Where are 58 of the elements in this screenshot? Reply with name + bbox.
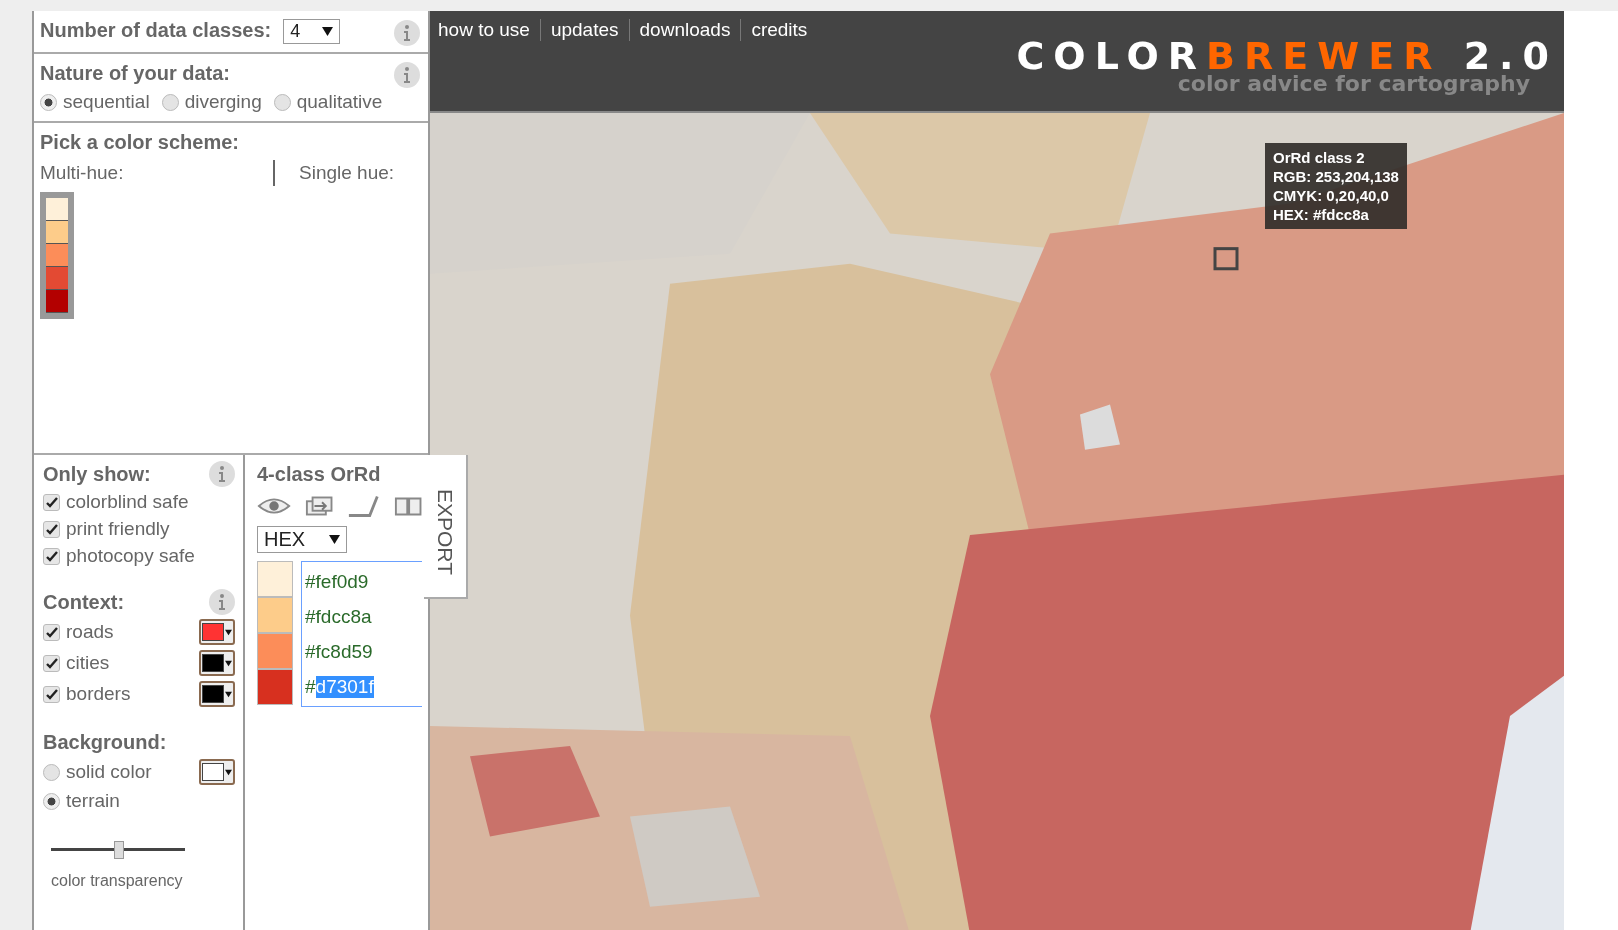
nav-link[interactable]: updates — [539, 19, 629, 41]
caret-icon — [329, 534, 340, 545]
column-label: Single hue: — [299, 162, 395, 184]
checkbox[interactable] — [43, 493, 60, 511]
checkbox[interactable] — [43, 520, 60, 538]
checkbox-label: colorblind safe — [66, 491, 189, 513]
radio-label: sequential — [63, 91, 150, 113]
export-tab[interactable]: EXPORT — [424, 455, 468, 599]
info-icon[interactable] — [209, 461, 235, 487]
radio-label: diverging — [184, 91, 262, 113]
caret-icon — [322, 26, 334, 37]
export-icon[interactable] — [305, 495, 334, 517]
checkbox-label: borders — [66, 683, 131, 705]
section-heading: Nature of your data: — [40, 62, 231, 85]
checkbox-label: cities — [66, 652, 110, 674]
nav-link[interactable]: how to use — [438, 19, 540, 41]
tooltip-line: HEX: #fdcc8a — [1273, 206, 1370, 223]
radio-button[interactable] — [161, 93, 179, 111]
nav-link[interactable]: credits — [740, 19, 818, 41]
legend-title: 4-class OrRd — [257, 463, 381, 486]
radio-button[interactable] — [40, 93, 57, 111]
slider-thumb[interactable] — [114, 841, 124, 859]
tooltip-line: CMYK: 0,20,40,0 — [1273, 187, 1390, 204]
checkbox-label: print friendly — [66, 518, 170, 540]
column-label: Multi-hue: — [40, 162, 125, 184]
color-scheme-swatch[interactable] — [40, 192, 74, 319]
classes-select[interactable]: 4 — [283, 19, 341, 44]
checkbox[interactable] — [43, 685, 60, 703]
book-icon[interactable] — [393, 495, 422, 517]
nav-link[interactable]: downloads — [628, 19, 741, 41]
section-heading: Pick a color scheme: — [40, 131, 239, 154]
radio-button[interactable] — [43, 763, 60, 781]
color-picker[interactable] — [199, 650, 235, 676]
section-heading: Background: — [43, 731, 167, 754]
tooltip-line: OrRd class 2 — [1273, 149, 1366, 166]
format-select[interactable]: HEX — [257, 526, 347, 553]
checkbox[interactable] — [43, 654, 60, 672]
color-picker[interactable] — [199, 759, 235, 785]
info-icon[interactable] — [394, 20, 420, 46]
checkbox[interactable] — [43, 547, 60, 565]
radio-button[interactable] — [273, 93, 291, 111]
radio-label: terrain — [66, 790, 120, 812]
checkbox[interactable] — [43, 623, 60, 641]
section-heading: Only show: — [43, 463, 151, 486]
color-picker[interactable] — [199, 681, 235, 707]
radio-label: solid color — [66, 761, 152, 783]
tooltip-line: RGB: 253,204,138 — [1273, 168, 1399, 185]
section-heading: Context: — [43, 591, 125, 614]
radio-label: qualitative — [296, 91, 383, 113]
info-icon[interactable] — [209, 589, 235, 615]
checkbox-label: roads — [66, 621, 114, 643]
color-picker[interactable] — [199, 619, 235, 645]
section-heading: Number of data classes: — [40, 19, 272, 42]
eye-icon[interactable] — [257, 496, 292, 516]
checkbox-label: photocopy safe — [66, 545, 195, 567]
info-icon[interactable] — [394, 62, 420, 88]
slider-label: color transparency — [51, 872, 184, 890]
radio-button[interactable] — [43, 792, 60, 810]
